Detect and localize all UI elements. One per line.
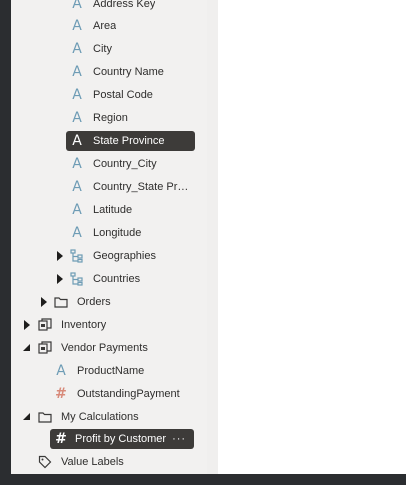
attribute-icon: A <box>72 87 82 103</box>
tree-item-address-key[interactable]: A Address Key <box>69 0 197 14</box>
tag-icon <box>37 454 53 470</box>
tree-item-country-city[interactable]: A Country_City <box>69 154 197 174</box>
tree-item-country-name[interactable]: A Country Name <box>69 62 197 82</box>
attribute-icon: A <box>72 64 82 80</box>
tree-item-latitude[interactable]: A Latitude <box>69 200 197 220</box>
measure-icon: # <box>55 386 67 402</box>
panel-splitter[interactable] <box>207 0 218 474</box>
tree-item-postal-code[interactable]: A Postal Code <box>69 85 197 105</box>
subject-area-icon <box>37 340 53 356</box>
expand-caret-icon[interactable] <box>57 251 63 261</box>
tree-item-city[interactable]: A City <box>69 39 197 59</box>
folder-icon <box>37 409 53 425</box>
attribute-icon: A <box>56 363 66 379</box>
tree-item-inventory[interactable]: Inventory <box>37 315 193 335</box>
attribute-icon: A <box>72 41 82 57</box>
tree-item-my-calculations[interactable]: My Calculations <box>37 407 193 427</box>
attribute-icon: A <box>72 179 82 195</box>
attribute-icon: A <box>72 156 82 172</box>
expand-caret-icon[interactable] <box>24 320 30 330</box>
collapse-caret-icon[interactable] <box>23 413 30 420</box>
attribute-icon: A <box>72 133 82 149</box>
tree-item-geographies[interactable]: Geographies <box>69 246 197 266</box>
attribute-icon: A <box>72 110 82 126</box>
tree-item-longitude[interactable]: A Longitude <box>69 223 197 243</box>
attribute-icon: A <box>72 18 82 34</box>
subject-area-icon <box>37 317 53 333</box>
tree-item-state-province[interactable]: A State Province <box>66 131 195 151</box>
tree-item-orders[interactable]: Orders <box>53 292 193 312</box>
hierarchy-icon <box>69 271 85 287</box>
tree-item-product-name[interactable]: A ProductName <box>53 361 193 381</box>
tree-item-area[interactable]: A Area <box>69 16 197 36</box>
canvas-area[interactable] <box>218 0 406 474</box>
tree-item-outstanding-payment[interactable]: # OutstandingPayment <box>53 384 198 404</box>
folder-icon <box>53 294 69 310</box>
collapse-caret-icon[interactable] <box>23 344 30 351</box>
tree-item-countries[interactable]: Countries <box>69 269 197 289</box>
expand-caret-icon[interactable] <box>41 297 47 307</box>
attribute-icon: A <box>72 0 82 12</box>
tree-item-profit-by-customer[interactable]: # Profit by Customer ··· <box>50 429 194 449</box>
tree-item-region[interactable]: A Region <box>69 108 197 128</box>
tree-item-country-state-province[interactable]: A Country_State Pr… <box>69 177 195 197</box>
more-options-icon[interactable]: ··· <box>172 433 186 445</box>
tree-item-value-labels[interactable]: Value Labels <box>37 452 193 472</box>
attribute-icon: A <box>72 225 82 241</box>
data-elements-panel: A Address Key A Area A City A Country Na… <box>11 0 207 474</box>
measure-icon: # <box>55 431 67 447</box>
expand-caret-icon[interactable] <box>57 274 63 284</box>
attribute-icon: A <box>72 202 82 218</box>
tree-item-vendor-payments[interactable]: Vendor Payments <box>37 338 193 358</box>
hierarchy-icon <box>69 248 85 264</box>
